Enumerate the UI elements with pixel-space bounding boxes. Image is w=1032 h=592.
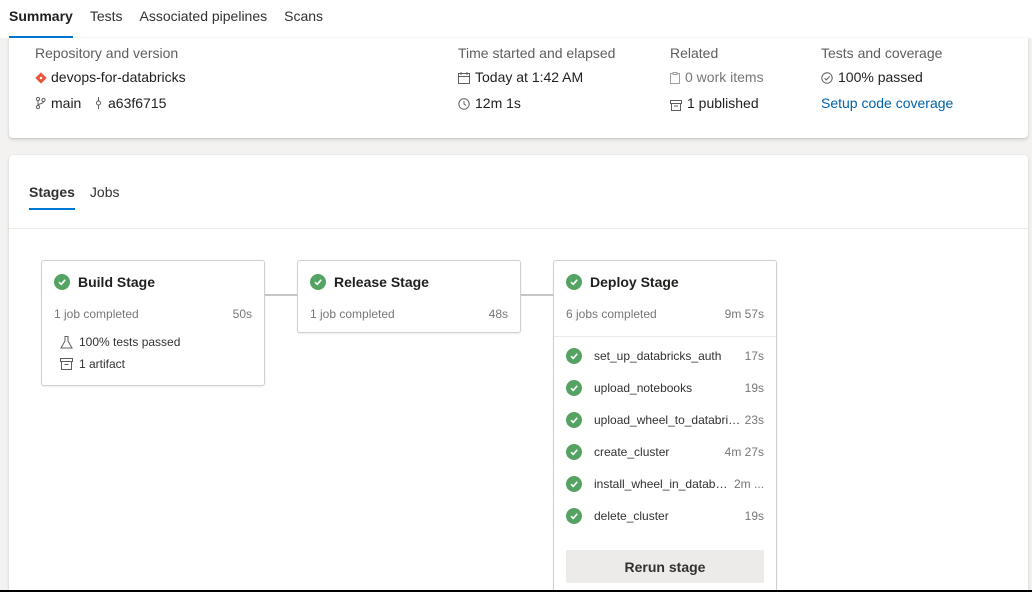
job-row[interactable]: upload_wheel_to_databricks 23s [566,412,764,428]
related-header: Related [670,45,719,61]
success-check-icon [566,444,582,460]
repo-row[interactable]: devops-for-databricks [35,69,186,85]
job-row[interactable]: create_cluster 4m 27s [566,444,764,460]
artifact-text: 1 artifact [79,357,126,371]
job-name: upload_notebooks [594,381,693,395]
success-check-icon [566,476,582,492]
job-name: upload_wheel_to_databricks [594,413,741,427]
stage-title: Deploy Stage [566,274,679,290]
started-time: Today at 1:42 AM [475,69,584,85]
published-count: 1 published [687,95,759,111]
success-check-icon [566,348,582,364]
job-row[interactable]: delete_cluster 19s [566,508,764,524]
success-check-icon [566,380,582,396]
success-check-icon [566,508,582,524]
stage-card-build[interactable]: Build Stage 1 job completed 50s 100% tes… [41,260,265,386]
rerun-stage-button[interactable]: Rerun stage [566,550,764,583]
run-summary-card: Repository and version devops-for-databr… [9,38,1028,138]
tests-passed-row[interactable]: 100% passed [821,69,923,85]
setup-coverage-link[interactable]: Setup code coverage [821,95,953,111]
calendar-icon [458,71,470,84]
artifact-link[interactable]: 1 artifact [60,357,125,371]
stage-name: Release Stage [334,274,429,290]
tests-passed-link[interactable]: 100% tests passed [60,335,180,349]
started-row: Today at 1:42 AM [458,69,583,85]
job-row[interactable]: upload_notebooks 19s [566,380,764,396]
repo-name: devops-for-databricks [51,69,186,85]
stage-name: Deploy Stage [590,274,679,290]
tests-header: Tests and coverage [821,45,943,61]
job-name: install_wheel_in_databric... [594,477,730,491]
tests-passed: 100% passed [838,69,923,85]
job-duration: 23s [744,413,764,427]
stage-connector [520,294,553,296]
job-duration: 19s [744,381,764,395]
stage-name: Build Stage [78,274,156,290]
elapsed-time: 12m 1s [475,95,521,111]
job-name: delete_cluster [594,509,669,523]
success-check-icon [566,412,582,428]
stages-subtabs: Stages Jobs [29,184,135,210]
panel-divider [9,228,1028,229]
job-duration: 4m 27s [724,445,764,459]
branch-icon [35,96,46,110]
repo-header: Repository and version [35,45,179,61]
published-row[interactable]: 1 published [670,95,759,111]
job-duration: 17s [744,349,764,363]
job-list-divider [554,336,776,337]
stage-card-deploy[interactable]: Deploy Stage 6 jobs completed 9m 57s set… [553,260,777,592]
stage-jobs-count: 1 job completed [54,307,139,321]
tests-passed-text: 100% tests passed [79,335,181,349]
stage-summary: 6 jobs completed 9m 57s [566,307,764,321]
success-check-icon [310,274,326,290]
branch-name: main [51,95,82,111]
artifact-icon [60,357,73,371]
stage-jobs-count: 1 job completed [310,307,395,321]
commit-row[interactable]: a63f6715 [94,95,166,111]
stage-connector [264,294,297,296]
stage-title: Release Stage [310,274,429,290]
work-items-count: 0 work items [685,69,764,85]
clipboard-icon [670,71,680,84]
stages-panel: Stages Jobs Build Stage 1 job completed … [9,155,1028,592]
time-header: Time started and elapsed [458,45,616,61]
branch-row[interactable]: main [35,95,81,111]
top-tab-bar: Summary Tests Associated pipelines Scans [0,0,1032,38]
stage-card-release[interactable]: Release Stage 1 job completed 48s [297,260,521,333]
check-circle-outline-icon [821,71,833,84]
job-name: set_up_databricks_auth [594,349,722,363]
subtab-jobs[interactable]: Jobs [90,184,120,200]
tab-summary[interactable]: Summary [9,8,73,38]
clock-icon [458,97,470,110]
stage-duration: 9m 57s [724,307,764,321]
job-duration: 2m ... [733,477,764,491]
work-items-row[interactable]: 0 work items [670,69,764,85]
commit-icon [94,96,103,110]
git-diamond-icon [35,71,47,84]
success-check-icon [54,274,70,290]
stage-summary: 1 job completed 48s [310,307,508,321]
job-duration: 19s [744,509,764,523]
stage-summary: 1 job completed 50s [54,307,252,321]
tab-tests[interactable]: Tests [90,8,123,24]
tab-scans[interactable]: Scans [284,8,323,24]
tab-associated-pipelines[interactable]: Associated pipelines [140,8,268,24]
flask-icon [60,335,73,349]
stage-jobs-count: 6 jobs completed [566,307,657,321]
success-check-icon [566,274,582,290]
job-row[interactable]: install_wheel_in_databric... 2m ... [566,476,764,492]
artifact-icon [670,98,682,111]
stage-title: Build Stage [54,274,155,290]
stage-duration: 50s [232,307,252,321]
job-name: create_cluster [594,445,670,459]
subtab-stages[interactable]: Stages [29,184,75,210]
job-row[interactable]: set_up_databricks_auth 17s [566,348,764,364]
commit-id: a63f6715 [108,95,167,111]
stage-duration: 48s [488,307,508,321]
elapsed-row: 12m 1s [458,95,521,111]
